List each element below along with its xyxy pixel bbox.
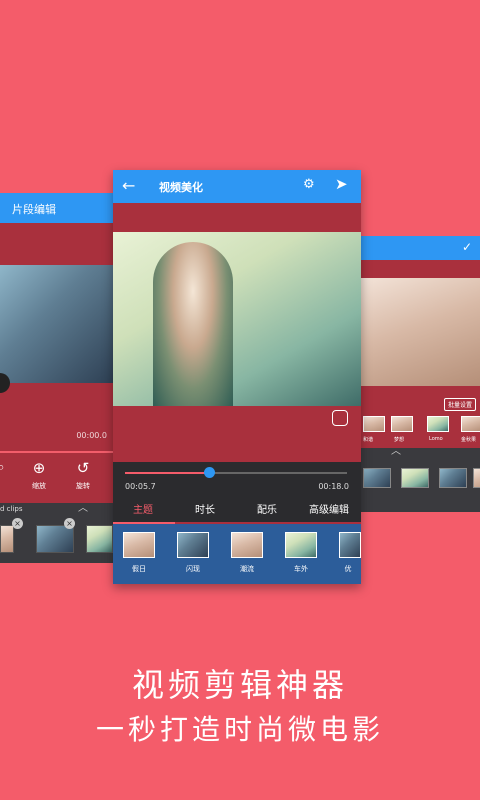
left-screen-title: 片段编辑 (12, 203, 56, 216)
chevron-up-icon[interactable]: ︿ (391, 442, 401, 457)
current-time: 00:05.7 (125, 482, 156, 491)
theme-label: 闪现 (186, 565, 200, 573)
fullscreen-icon[interactable] (332, 410, 348, 426)
left-time: 00:00.0 (76, 431, 107, 440)
tab-music[interactable]: 配乐 (257, 501, 277, 516)
back-arrow-icon[interactable]: ← (122, 176, 135, 195)
left-top-bar: 片段编辑 (0, 193, 113, 223)
close-icon[interactable]: × (64, 518, 75, 529)
zoom-tool-button[interactable]: ⊕ 缩放 (24, 459, 54, 491)
clip-thumb[interactable] (439, 468, 467, 488)
center-top-bar: ← 视频美化 ⚙ ➤ (113, 170, 361, 203)
zoom-in-icon: ⊕ (32, 459, 46, 477)
subject-figure (153, 242, 233, 406)
rotate-icon: ↺ (76, 459, 90, 477)
chevron-up-icon[interactable]: ︿ (78, 499, 88, 514)
send-icon[interactable]: ➤ (335, 175, 348, 193)
filter-thumb[interactable] (427, 416, 449, 432)
theme-thumb[interactable] (123, 532, 155, 558)
theme-label: 车外 (294, 565, 308, 573)
clip-thumb[interactable] (0, 525, 14, 553)
headline: 视频剪辑神器 (131, 666, 348, 704)
theme-thumb[interactable] (231, 532, 263, 558)
right-screen: ✓ 批量设置 和谐 梦想 Lomo 金秋果 ︿ (357, 236, 480, 512)
clip-thumb[interactable] (473, 468, 480, 488)
check-icon[interactable]: ✓ (462, 240, 472, 254)
left-tool-partial[interactable]: ◦ (0, 459, 16, 477)
center-screen: ← 视频美化 ⚙ ➤ 00:05.7 00:18.0 主题 时长 配乐 高级编辑… (113, 170, 361, 584)
batch-settings-button[interactable]: 批量设置 (443, 398, 476, 411)
theme-thumb[interactable] (339, 532, 361, 558)
theme-thumb[interactable] (177, 532, 209, 558)
clip-thumb[interactable] (86, 525, 113, 553)
theme-label: 潮流 (240, 565, 254, 573)
seek-track[interactable] (125, 467, 347, 478)
tab-duration[interactable]: 时长 (195, 501, 215, 516)
theme-list: 假日 闪现 潮流 车外 优 (113, 524, 361, 584)
total-time: 00:18.0 (318, 482, 349, 491)
video-preview[interactable] (113, 232, 361, 406)
clip-thumb[interactable] (401, 468, 429, 488)
tagline: 一秒打造时尚微电影 (95, 713, 384, 746)
filter-thumb[interactable] (461, 416, 480, 432)
zoom-label: 缩放 (32, 482, 46, 490)
left-preview-photo (0, 265, 113, 383)
left-toolbar: ◦ ⊕ 缩放 ↺ 旋转 (0, 453, 113, 503)
rotate-label: 旋转 (76, 482, 90, 490)
filter-label: 和谐 (363, 437, 374, 443)
theme-thumb[interactable] (285, 532, 317, 558)
tab-advanced-edit[interactable]: 高级编辑 (309, 501, 349, 516)
filter-label: 金秋果 (461, 437, 477, 443)
left-screen: 片段编辑 00:00.0 ◦ ⊕ 缩放 ↺ 旋转 d clips ︿ × × (0, 193, 113, 563)
right-preview-photo (361, 278, 480, 386)
filter-label: Lomo (429, 436, 443, 442)
clip-thumb[interactable] (36, 525, 74, 553)
rotate-tool-button[interactable]: ↺ 旋转 (68, 459, 98, 491)
gear-icon[interactable]: ⚙ (303, 177, 315, 192)
right-top-bar: ✓ (357, 236, 480, 260)
seek-progress (125, 472, 210, 474)
tab-theme[interactable]: 主题 (133, 501, 153, 516)
page-title: 视频美化 (159, 181, 203, 194)
filter-thumb[interactable] (391, 416, 413, 432)
seek-handle[interactable] (204, 467, 216, 478)
theme-label: 优 (344, 565, 352, 573)
clip-thumb[interactable] (363, 468, 391, 488)
clips-label: d clips (0, 505, 23, 513)
theme-label: 假日 (132, 565, 146, 573)
clips-strip: d clips ︿ × × (0, 503, 113, 563)
close-icon[interactable]: × (12, 518, 23, 529)
tab-bar: 主题 时长 配乐 高级编辑 (113, 492, 361, 522)
right-panel-strip (357, 260, 480, 278)
filter-thumb[interactable] (363, 416, 385, 432)
